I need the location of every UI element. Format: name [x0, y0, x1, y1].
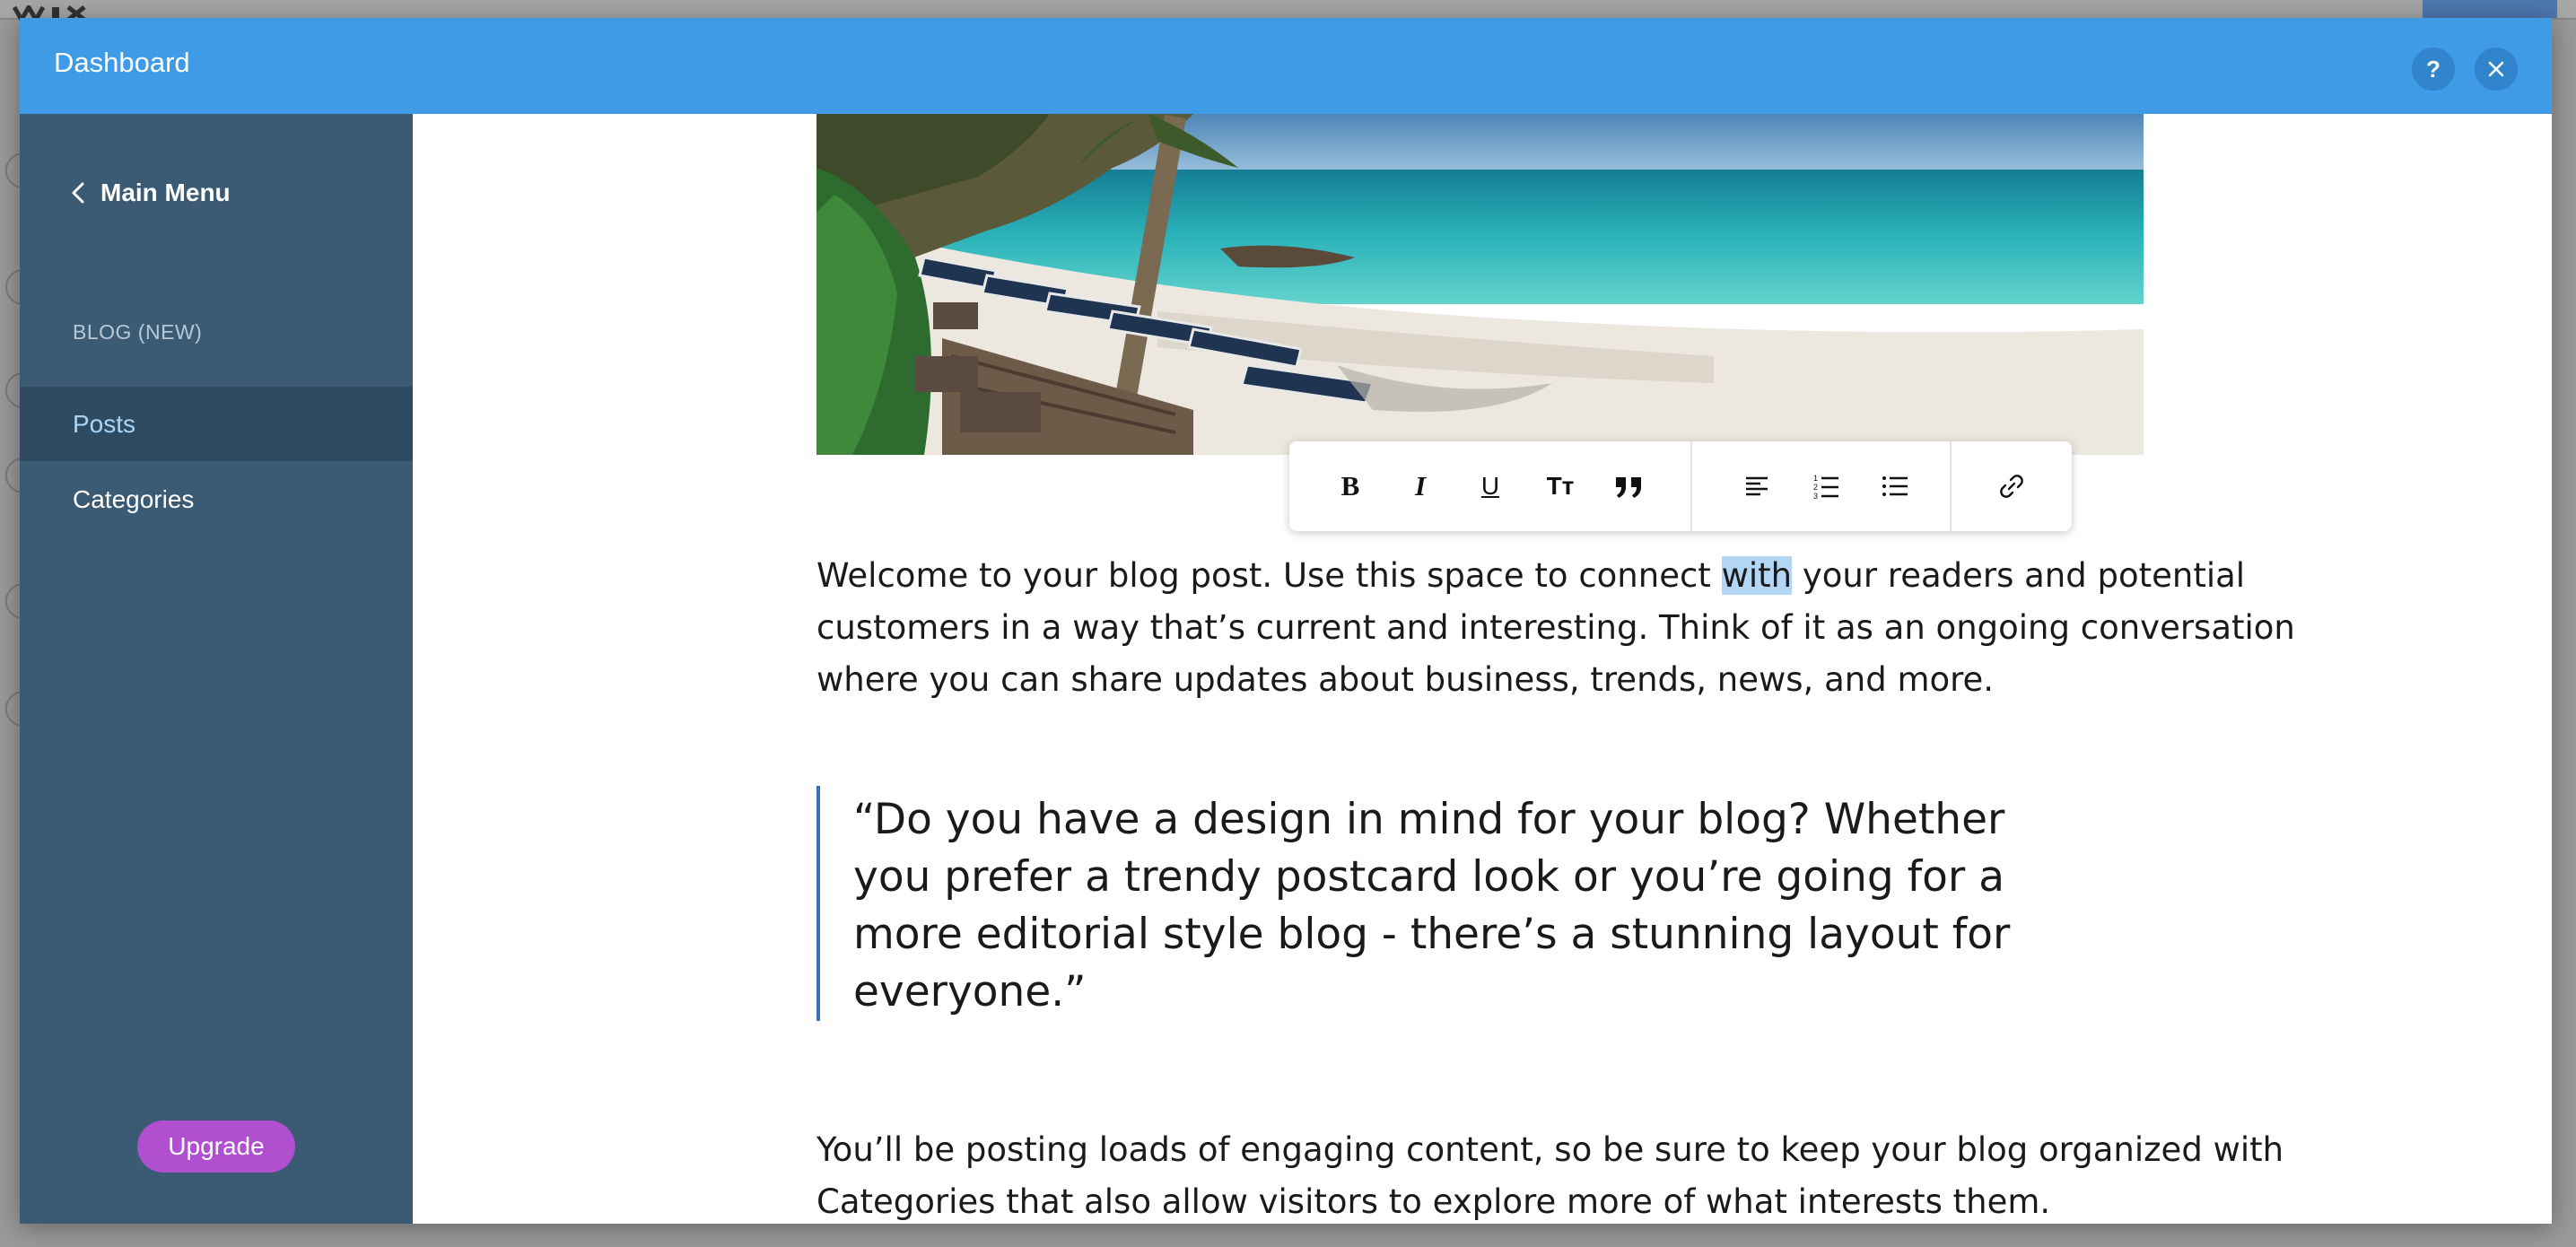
- align-left-icon: [1746, 476, 1768, 496]
- editor-topbar: [0, 0, 2576, 20]
- svg-text:1: 1: [1813, 474, 1818, 483]
- toolbar-divider: [1950, 441, 1952, 531]
- selected-text: with: [1721, 556, 1793, 595]
- bold-icon: B: [1340, 470, 1360, 501]
- quote-line: you prefer a trendy postcard look or you…: [853, 852, 2004, 902]
- paragraph-line: Welcome to your blog post. Use this spac…: [816, 550, 2245, 602]
- editor-publish-button: [2423, 0, 2557, 18]
- sidebar-item-posts[interactable]: Posts: [20, 387, 413, 461]
- dashboard-modal: Dashboard ? Main Menu BLOG (NEW) Posts C…: [20, 18, 2552, 1224]
- quote-line: more editorial style blog - there’s a st…: [853, 910, 2011, 959]
- paragraph-line: Categories that also allow visitors to e…: [816, 1182, 2051, 1221]
- quote-line: everyone.”: [853, 967, 1087, 1016]
- underline-icon: U: [1480, 472, 1500, 500]
- quote-line: “Do you have a design in mind for your b…: [853, 795, 2005, 844]
- link-button[interactable]: [1990, 465, 2033, 508]
- chevron-left-icon: [72, 182, 84, 204]
- text-run: your readers and potential: [1792, 556, 2246, 595]
- blockquote[interactable]: “Do you have a design in mind for your b…: [816, 786, 2019, 1021]
- quote-button[interactable]: [1608, 465, 1651, 508]
- close-button[interactable]: [2475, 48, 2518, 91]
- paragraph-line: where you can share updates about busine…: [816, 660, 1995, 699]
- text-format-toolbar: B I U Tт 123: [1289, 441, 2072, 531]
- post-paragraph[interactable]: Welcome to your blog post. Use this spac…: [816, 550, 2295, 706]
- text-run: Welcome to your blog post. Use this spac…: [816, 556, 1722, 595]
- sidebar-item-categories[interactable]: Categories: [20, 462, 413, 536]
- link-icon: [2000, 475, 2023, 498]
- numbered-list-button[interactable]: 123: [1804, 465, 1847, 508]
- quote-icon: [1616, 477, 1641, 498]
- paragraph-line: customers in a way that’s current and in…: [816, 608, 2295, 647]
- main-menu-link[interactable]: Main Menu: [72, 179, 231, 207]
- help-icon: ?: [2426, 55, 2441, 83]
- toolbar-divider: [1690, 441, 1692, 531]
- sidebar-item-label: Categories: [73, 484, 195, 513]
- align-left-button[interactable]: [1735, 465, 1778, 508]
- close-icon: [2488, 61, 2504, 77]
- hero-image[interactable]: [816, 114, 2144, 455]
- underline-button[interactable]: U: [1469, 465, 1512, 508]
- bulleted-list-icon: [1882, 476, 1908, 496]
- text-size-button[interactable]: Tт: [1539, 465, 1582, 508]
- help-button[interactable]: ?: [2412, 48, 2455, 91]
- sidebar-item-label: Posts: [73, 409, 136, 438]
- modal-title: Dashboard: [54, 47, 190, 78]
- bold-button[interactable]: B: [1329, 465, 1372, 508]
- main-menu-label: Main Menu: [100, 179, 231, 206]
- modal-header: Dashboard ?: [20, 18, 2552, 114]
- numbered-list-icon: 123: [1813, 474, 1838, 500]
- post-editor: B I U Tт 123 Welcome to your blog post. …: [413, 114, 2552, 1224]
- italic-icon: I: [1414, 470, 1427, 501]
- upgrade-button[interactable]: Upgrade: [137, 1121, 295, 1173]
- section-label: BLOG (NEW): [73, 320, 203, 344]
- italic-button[interactable]: I: [1399, 465, 1442, 508]
- paragraph-line: You’ll be posting loads of engaging cont…: [816, 1130, 2284, 1169]
- svg-text:3: 3: [1813, 492, 1818, 500]
- post-paragraph[interactable]: You’ll be posting loads of engaging cont…: [816, 1124, 2284, 1224]
- bulleted-list-button[interactable]: [1873, 465, 1917, 508]
- sidebar: Main Menu BLOG (NEW) Posts Categories Up…: [20, 114, 413, 1224]
- svg-text:2: 2: [1813, 483, 1818, 492]
- text-size-icon: Tт: [1546, 472, 1575, 500]
